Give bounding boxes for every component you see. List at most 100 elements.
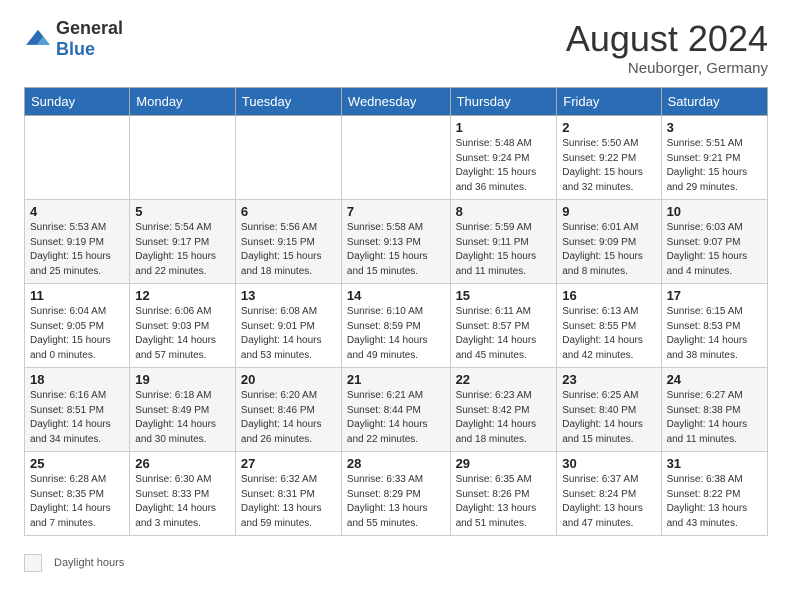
calendar-cell: 14 Sunrise: 6:10 AM Sunset: 8:59 PM Dayli…	[341, 284, 450, 368]
day-number: 29	[456, 456, 552, 471]
calendar-cell: 16Sunrise: 6:13 AM Sunset: 8:55 PM Dayli…	[557, 284, 661, 368]
day-number: 18	[30, 372, 124, 387]
title-block: August 2024 Neuborger, Germany	[566, 18, 768, 77]
day-number: 17	[667, 288, 762, 303]
calendar-cell: 24 Sunrise: 6:27 AM Sunset: 8:38 PM Dayli…	[661, 368, 767, 452]
calendar-cell: 4 Sunrise: 5:53 AM Sunset: 9:19 PM Daylig…	[25, 200, 130, 284]
day-info: Sunrise: 6:10 AM Sunset: 8:59 PM Dayligh…	[347, 305, 445, 363]
week-row-1: 1 Sunrise: 5:48 AM Sunset: 9:24 PM Daylig…	[25, 116, 768, 200]
day-info: Sunrise: 6:35 AM Sunset: 8:26 PM Dayligh…	[456, 473, 552, 531]
day-info: Sunrise: 5:51 AM Sunset: 9:21 PM Dayligh…	[667, 137, 762, 195]
calendar-cell: 20 Sunrise: 6:20 AM Sunset: 8:46 PM Dayli…	[235, 368, 341, 452]
day-info: Sunrise: 5:56 AM Sunset: 9:15 PM Dayligh…	[241, 221, 336, 279]
calendar-cell: 15 Sunrise: 6:11 AM Sunset: 8:57 PM Dayli…	[450, 284, 557, 368]
day-info: Sunrise: 6:21 AM Sunset: 8:44 PM Dayligh…	[347, 389, 445, 447]
day-number: 20	[241, 372, 336, 387]
calendar-header: SundayMondayTuesdayWednesdayThursdayFrid…	[25, 88, 768, 116]
calendar-cell: 17 Sunrise: 6:15 AM Sunset: 8:53 PM Dayli…	[661, 284, 767, 368]
day-number: 10	[667, 204, 762, 219]
page-header: General Blue August 2024 Neuborger, Germ…	[0, 0, 792, 87]
days-of-week-row: SundayMondayTuesdayWednesdayThursdayFrid…	[25, 88, 768, 116]
day-info: Sunrise: 6:20 AM Sunset: 8:46 PM Dayligh…	[241, 389, 336, 447]
calendar-cell	[130, 116, 236, 200]
day-info: Sunrise: 6:33 AM Sunset: 8:29 PM Dayligh…	[347, 473, 445, 531]
calendar-cell	[25, 116, 130, 200]
calendar-cell: 7 Sunrise: 5:58 AM Sunset: 9:13 PM Daylig…	[341, 200, 450, 284]
calendar-wrap: SundayMondayTuesdayWednesdayThursdayFrid…	[0, 87, 792, 548]
calendar-cell: 28 Sunrise: 6:33 AM Sunset: 8:29 PM Dayli…	[341, 452, 450, 536]
day-info: Sunrise: 6:04 AM Sunset: 9:05 PM Dayligh…	[30, 305, 124, 363]
day-number: 24	[667, 372, 762, 387]
day-info: Sunrise: 5:53 AM Sunset: 9:19 PM Dayligh…	[30, 221, 124, 279]
week-row-4: 18 Sunrise: 6:16 AM Sunset: 8:51 PM Dayli…	[25, 368, 768, 452]
day-number: 23	[562, 372, 655, 387]
day-number: 13	[241, 288, 336, 303]
day-info: Sunrise: 6:32 AM Sunset: 8:31 PM Dayligh…	[241, 473, 336, 531]
day-number: 4	[30, 204, 124, 219]
day-info: Sunrise: 6:27 AM Sunset: 8:38 PM Dayligh…	[667, 389, 762, 447]
day-info: Sunrise: 6:37 AM Sunset: 8:24 PM Dayligh…	[562, 473, 655, 531]
calendar-cell: 2Sunrise: 5:50 AM Sunset: 9:22 PM Daylig…	[557, 116, 661, 200]
week-row-2: 4 Sunrise: 5:53 AM Sunset: 9:19 PM Daylig…	[25, 200, 768, 284]
calendar-body: 1 Sunrise: 5:48 AM Sunset: 9:24 PM Daylig…	[25, 116, 768, 536]
day-header-friday: Friday	[557, 88, 661, 116]
day-info: Sunrise: 6:25 AM Sunset: 8:40 PM Dayligh…	[562, 389, 655, 447]
day-number: 11	[30, 288, 124, 303]
day-info: Sunrise: 6:30 AM Sunset: 8:33 PM Dayligh…	[135, 473, 230, 531]
day-info: Sunrise: 6:18 AM Sunset: 8:49 PM Dayligh…	[135, 389, 230, 447]
calendar-cell: 29 Sunrise: 6:35 AM Sunset: 8:26 PM Dayli…	[450, 452, 557, 536]
day-number: 28	[347, 456, 445, 471]
logo: General Blue	[24, 18, 123, 60]
day-info: Sunrise: 6:28 AM Sunset: 8:35 PM Dayligh…	[30, 473, 124, 531]
day-info: Sunrise: 6:16 AM Sunset: 8:51 PM Dayligh…	[30, 389, 124, 447]
day-number: 27	[241, 456, 336, 471]
day-number: 30	[562, 456, 655, 471]
day-number: 25	[30, 456, 124, 471]
calendar-cell: 10 Sunrise: 6:03 AM Sunset: 9:07 PM Dayli…	[661, 200, 767, 284]
logo-general-text: General	[56, 18, 123, 38]
day-info: Sunrise: 5:50 AM Sunset: 9:22 PM Dayligh…	[562, 137, 655, 195]
day-number: 9	[562, 204, 655, 219]
day-info: Sunrise: 5:48 AM Sunset: 9:24 PM Dayligh…	[456, 137, 552, 195]
calendar-cell	[341, 116, 450, 200]
day-number: 15	[456, 288, 552, 303]
calendar-cell: 12 Sunrise: 6:06 AM Sunset: 9:03 PM Dayli…	[130, 284, 236, 368]
day-info: Sunrise: 6:03 AM Sunset: 9:07 PM Dayligh…	[667, 221, 762, 279]
week-row-3: 11 Sunrise: 6:04 AM Sunset: 9:05 PM Dayli…	[25, 284, 768, 368]
calendar-cell: 8Sunrise: 5:59 AM Sunset: 9:11 PM Daylig…	[450, 200, 557, 284]
calendar-cell: 23 Sunrise: 6:25 AM Sunset: 8:40 PM Dayli…	[557, 368, 661, 452]
day-info: Sunrise: 6:15 AM Sunset: 8:53 PM Dayligh…	[667, 305, 762, 363]
day-number: 22	[456, 372, 552, 387]
calendar-cell: 6 Sunrise: 5:56 AM Sunset: 9:15 PM Daylig…	[235, 200, 341, 284]
calendar-cell: 1 Sunrise: 5:48 AM Sunset: 9:24 PM Daylig…	[450, 116, 557, 200]
day-header-saturday: Saturday	[661, 88, 767, 116]
day-info: Sunrise: 6:11 AM Sunset: 8:57 PM Dayligh…	[456, 305, 552, 363]
month-year-title: August 2024	[566, 18, 768, 60]
day-info: Sunrise: 5:54 AM Sunset: 9:17 PM Dayligh…	[135, 221, 230, 279]
calendar-cell: 5Sunrise: 5:54 AM Sunset: 9:17 PM Daylig…	[130, 200, 236, 284]
calendar-table: SundayMondayTuesdayWednesdayThursdayFrid…	[24, 87, 768, 536]
day-header-sunday: Sunday	[25, 88, 130, 116]
day-header-monday: Monday	[130, 88, 236, 116]
day-info: Sunrise: 6:06 AM Sunset: 9:03 PM Dayligh…	[135, 305, 230, 363]
calendar-cell: 13Sunrise: 6:08 AM Sunset: 9:01 PM Dayli…	[235, 284, 341, 368]
day-number: 16	[562, 288, 655, 303]
day-number: 26	[135, 456, 230, 471]
day-number: 6	[241, 204, 336, 219]
day-number: 7	[347, 204, 445, 219]
day-info: Sunrise: 6:38 AM Sunset: 8:22 PM Dayligh…	[667, 473, 762, 531]
calendar-cell: 19Sunrise: 6:18 AM Sunset: 8:49 PM Dayli…	[130, 368, 236, 452]
day-number: 3	[667, 120, 762, 135]
day-number: 12	[135, 288, 230, 303]
calendar-cell: 31Sunrise: 6:38 AM Sunset: 8:22 PM Dayli…	[661, 452, 767, 536]
day-header-tuesday: Tuesday	[235, 88, 341, 116]
day-info: Sunrise: 5:58 AM Sunset: 9:13 PM Dayligh…	[347, 221, 445, 279]
footer: Daylight hours	[0, 548, 792, 580]
day-number: 14	[347, 288, 445, 303]
day-number: 1	[456, 120, 552, 135]
day-header-wednesday: Wednesday	[341, 88, 450, 116]
calendar-cell	[235, 116, 341, 200]
calendar-cell: 26 Sunrise: 6:30 AM Sunset: 8:33 PM Dayli…	[130, 452, 236, 536]
calendar-cell: 22Sunrise: 6:23 AM Sunset: 8:42 PM Dayli…	[450, 368, 557, 452]
day-number: 21	[347, 372, 445, 387]
